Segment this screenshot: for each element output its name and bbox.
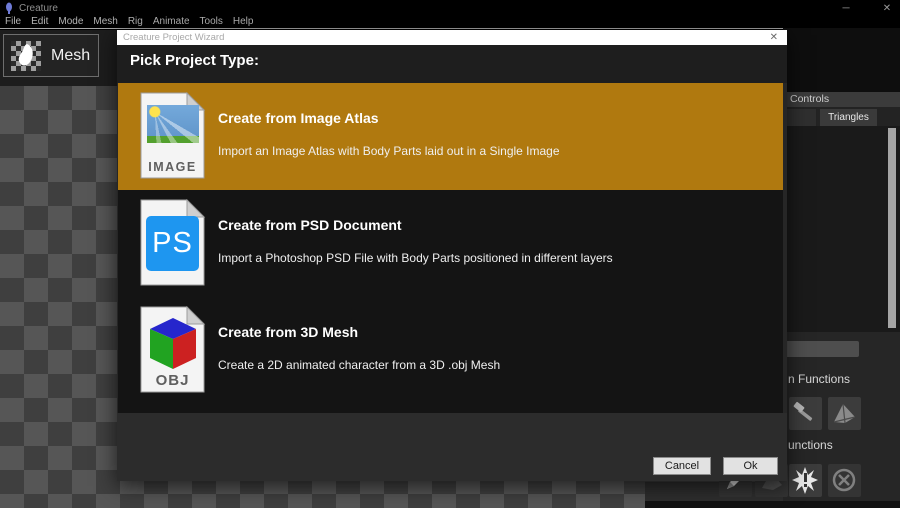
delete-tool-button[interactable] — [828, 464, 861, 497]
menu-animate[interactable]: Animate — [148, 16, 195, 28]
bottom-dock-strip — [645, 501, 900, 508]
psd-badge-box: PS — [146, 216, 199, 271]
image-badge-label: IMAGE — [141, 160, 204, 174]
tab-triangles[interactable]: Triangles — [820, 109, 877, 126]
creature-app-window: Creature ─ ✕ FileEditModeMeshRigAnimateT… — [0, 0, 900, 508]
close-icon[interactable]: ✕ — [880, 3, 894, 14]
dialog-titlebar[interactable]: Creature Project Wizard ✕ — [117, 30, 787, 45]
menu-file[interactable]: File — [0, 16, 26, 28]
obj-file-icon: OBJ — [140, 306, 206, 394]
dialog-close-icon[interactable]: ✕ — [770, 30, 778, 45]
option-title: Create from PSD Document — [218, 217, 402, 233]
menu-mesh[interactable]: Mesh — [88, 16, 122, 28]
image-atlas-file-icon: IMAGE — [140, 92, 206, 180]
minimize-icon[interactable]: ─ — [839, 3, 853, 14]
option-psd-document[interactable]: PS Create from PSD Document Import a Pho… — [118, 190, 783, 297]
spark-tool-button[interactable] — [789, 464, 822, 497]
hammer-tool-button[interactable] — [789, 397, 822, 430]
option-title: Create from Image Atlas — [218, 110, 379, 126]
functions-label-bottom: unctions — [788, 438, 833, 452]
ok-button[interactable]: Ok — [723, 457, 778, 475]
panel-top-spacer — [783, 28, 900, 92]
dialog-footer: Cancel Ok — [117, 413, 787, 481]
controls-label: Controls — [790, 93, 829, 105]
dialog-heading: Pick Project Type: — [130, 52, 259, 69]
menu-mode[interactable]: Mode — [53, 16, 88, 28]
left-toolbar: Mesh — [0, 30, 117, 86]
panel-tabs: Triangles — [783, 107, 900, 126]
tab-stub[interactable] — [783, 109, 816, 126]
psd-file-icon: PS — [140, 199, 206, 287]
image-thumbnail — [147, 105, 199, 143]
scrollbar-thumb[interactable] — [888, 128, 896, 328]
menu-edit[interactable]: Edit — [26, 16, 53, 28]
menu-tools[interactable]: Tools — [195, 16, 228, 28]
option-3d-mesh[interactable]: OBJ Create from 3D Mesh Create a 2D anim… — [118, 297, 783, 404]
mesh-button-label: Mesh — [51, 47, 90, 65]
option-description: Create a 2D animated character from a 3D… — [218, 358, 500, 372]
option-description: Import an Image Atlas with Body Parts la… — [218, 144, 560, 158]
window-title: Creature — [19, 3, 58, 14]
cancel-button[interactable]: Cancel — [653, 457, 711, 475]
creature-logo-icon — [4, 2, 14, 14]
obj-badge-label: OBJ — [141, 372, 204, 389]
panel-slider-bar[interactable] — [783, 341, 859, 357]
option-image-atlas[interactable]: IMAGE Create from Image Atlas Import an … — [118, 83, 783, 190]
option-title: Create from 3D Mesh — [218, 324, 358, 340]
menu-rig[interactable]: Rig — [123, 16, 148, 28]
controls-panel-header: Controls — [783, 92, 900, 107]
mesh-tool-button[interactable]: Mesh — [3, 34, 99, 77]
right-panel: Controls Triangles n Functions unctions — [783, 28, 900, 508]
mesh-thumbnail-icon — [11, 41, 41, 71]
psd-badge-label: PS — [152, 227, 193, 260]
mesh-region-tool-button[interactable] — [828, 397, 861, 430]
menu-bar: FileEditModeMeshRigAnimateToolsHelp — [0, 16, 900, 29]
triangles-list-panel — [783, 126, 900, 332]
option-description: Import a Photoshop PSD File with Body Pa… — [218, 251, 613, 265]
project-type-list: IMAGE Create from Image Atlas Import an … — [118, 83, 783, 413]
menu-help[interactable]: Help — [228, 16, 259, 28]
functions-label-top: n Functions — [788, 372, 850, 386]
dialog-title: Creature Project Wizard — [123, 32, 224, 43]
window-titlebar: Creature ─ ✕ — [0, 0, 900, 16]
project-wizard-dialog: Creature Project Wizard ✕ Pick Project T… — [117, 30, 787, 481]
